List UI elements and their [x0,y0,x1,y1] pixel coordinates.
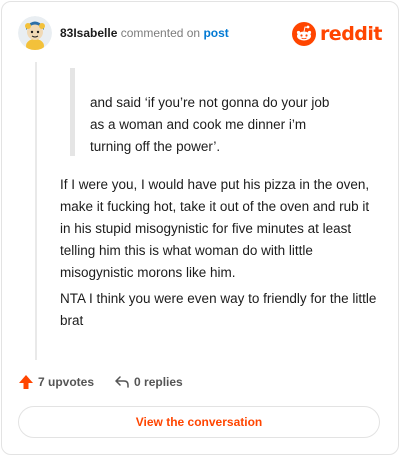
upvote-count: 7 upvotes [38,375,95,389]
reddit-snoo-icon [291,22,316,46]
avatar-icon [18,16,52,50]
upvote-arrow-icon [19,375,33,389]
reply-button[interactable]: 0 replies [114,374,183,390]
reddit-logo[interactable]: reddit [291,20,383,48]
reply-count: 0 replies [134,375,183,389]
reply-arrow-icon [115,376,129,388]
quote-bar [70,68,75,156]
quote-line: as a woman and cook me dinner i’m [90,117,307,132]
quote-line: and said ‘if you’re not gonna do your jo… [90,95,330,110]
upvote-button[interactable]: 7 upvotes [18,374,94,390]
reddit-wordmark: reddit [319,23,383,45]
quoted-text: and said ‘if you’re not gonna do your jo… [90,92,370,158]
comment-paragraph: NTA I think you were even way to friendl… [60,291,377,328]
comment-paragraph: If I were you, I would have put his pizz… [60,177,370,280]
view-conversation-button[interactable]: View the conversation [18,406,380,438]
quote-line: turning off the power’. [90,139,221,154]
post-link[interactable]: post [203,26,228,40]
comment-actions: 7 upvotes 0 replies [18,371,203,393]
thread-line [35,62,37,360]
commented-on-text: commented on [120,26,201,40]
comment-meta: 83Isabelle commented on post [60,26,229,40]
username-link[interactable]: 83Isabelle [60,26,117,40]
user-avatar[interactable] [18,16,52,50]
comment-header: 83Isabelle commented on post reddit [18,16,383,52]
